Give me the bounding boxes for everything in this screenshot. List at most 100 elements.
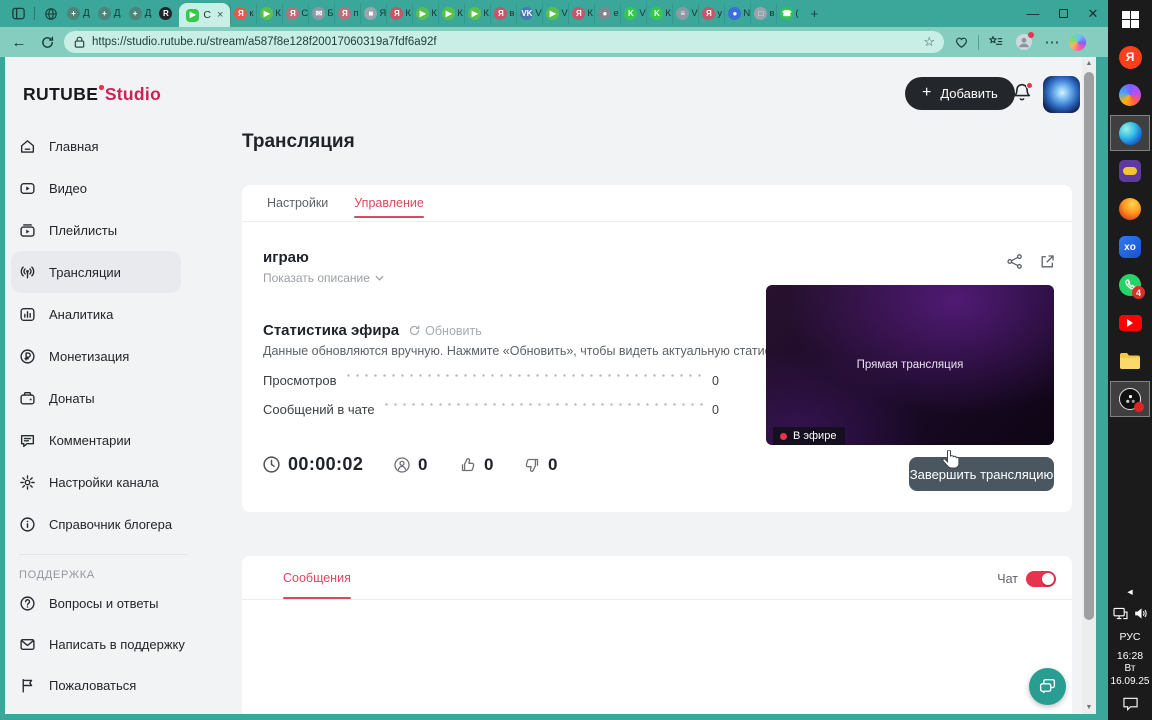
browser-tab[interactable]: ЯК (386, 3, 412, 24)
scrollbar-thumb[interactable] (1084, 72, 1094, 620)
workspaces-icon[interactable] (6, 3, 30, 24)
rutube-studio-logo[interactable]: RUTUBE Studio (23, 84, 161, 105)
window-maximize-button[interactable] (1048, 0, 1078, 27)
browser-tab-pinned[interactable]: +Д (63, 3, 94, 24)
browser-tab-pinned[interactable]: +Д (94, 3, 125, 24)
browser-essentials-icon[interactable] (950, 31, 972, 53)
user-avatar[interactable] (1043, 76, 1080, 113)
browser-tab[interactable]: ■Я (360, 3, 386, 24)
chat-toggle[interactable] (1026, 571, 1056, 587)
taskbar-whatsapp[interactable]: 4 (1108, 266, 1152, 304)
scroll-down-arrow[interactable]: ▼ (1082, 701, 1096, 714)
sidebar-item-info[interactable]: Справочник блогера (5, 503, 200, 545)
page-scrollbar[interactable]: ▲ ▼ (1082, 57, 1096, 714)
window-close-button[interactable]: ✕ (1078, 0, 1108, 27)
tray-clock[interactable]: 16:28 Вт 16.09.25 (1108, 652, 1152, 686)
refresh-stats-button[interactable]: Обновить (408, 324, 482, 338)
like-icon[interactable] (459, 456, 477, 474)
open-external-icon[interactable] (1039, 253, 1056, 275)
share-icon[interactable] (1006, 253, 1023, 275)
browser-tab[interactable]: VKV (516, 3, 542, 24)
taskbar-game-app[interactable] (1108, 152, 1152, 190)
browser-tab[interactable]: ✉Б (308, 3, 334, 24)
tab-close-icon[interactable]: × (217, 9, 223, 21)
tray-expand-icon[interactable]: ◂ (1108, 584, 1152, 600)
sidebar-item-monetization[interactable]: Монетизация (5, 335, 200, 377)
tray-system-icons[interactable] (1108, 600, 1152, 626)
browser-tab[interactable]: ▶V (542, 3, 568, 24)
browser-tab[interactable]: KК (646, 3, 672, 24)
browser-tab-active[interactable]: ▶ С × (179, 3, 230, 27)
tab-control[interactable]: Управление (354, 185, 424, 221)
sidebar-item-analytics[interactable]: Аналитика (5, 293, 200, 335)
browser-tab[interactable]: ▶К (464, 3, 490, 24)
favorites-icon[interactable] (985, 31, 1007, 53)
taskbar-firefox[interactable] (1108, 190, 1152, 228)
browser-tab[interactable]: ▶К (438, 3, 464, 24)
taskbar-edge[interactable] (1110, 115, 1150, 151)
taskbar-youtube[interactable] (1108, 304, 1152, 342)
browser-tab[interactable]: Як (230, 3, 256, 24)
sidebar-item-flag[interactable]: Пожаловаться (5, 665, 200, 706)
sidebar-item-home[interactable]: Главная (5, 125, 200, 167)
browser-tab[interactable]: ▶К (412, 3, 438, 24)
taskbar-explorer[interactable] (1108, 342, 1152, 380)
stream-preview[interactable]: Прямая трансляция В эфире (766, 285, 1054, 445)
browser-tab[interactable]: Яв (490, 3, 516, 24)
tab-favicon: Я (390, 7, 403, 20)
browser-tab-pinned[interactable]: R (155, 3, 179, 24)
back-button[interactable]: ← (8, 31, 30, 53)
sidebar-item-broadcast[interactable]: Трансляции (11, 251, 181, 293)
notifications-bell-icon[interactable] (1011, 82, 1035, 106)
profile-avatar[interactable] (1013, 31, 1035, 53)
dislike-icon[interactable] (523, 456, 541, 474)
taskbar-yandex-browser[interactable]: Я (1108, 38, 1152, 76)
browser-tab-strip: +Д+Д+ДR ▶ С × Як▶КЯС✉БЯп■ЯЯК▶К▶К▶КЯвVKV▶… (0, 0, 1108, 27)
browser-tab[interactable]: ЯК (568, 3, 594, 24)
browser-tab[interactable]: ≡V (672, 3, 698, 24)
browser-tab-pinned[interactable]: +Д (125, 3, 156, 24)
browser-tab[interactable]: ▶К (256, 3, 282, 24)
end-stream-button[interactable]: Завершить трансляцию (909, 457, 1054, 491)
action-center-icon[interactable] (1108, 686, 1152, 720)
tray-language[interactable]: РУС (1108, 626, 1152, 648)
sidebar-item-donate[interactable]: Донаты (5, 377, 200, 419)
browser-tab[interactable]: Яу (698, 3, 724, 24)
sidebar-item-playlist[interactable]: Плейлисты (5, 209, 200, 251)
pinned-tab-globe[interactable] (39, 3, 63, 24)
copilot-icon[interactable] (1069, 34, 1086, 51)
browser-tab[interactable]: ЯС (282, 3, 308, 24)
tab-settings[interactable]: Настройки (267, 185, 328, 221)
sidebar-item-settings[interactable]: Настройки канала (5, 461, 200, 503)
sidebar-item-comments[interactable]: Комментарии (5, 419, 200, 461)
browser-tab[interactable]: ☎( (776, 3, 802, 24)
bookmark-star-icon[interactable]: ☆ (923, 34, 935, 50)
sidebar-item-mail[interactable]: Написать в поддержку (5, 624, 200, 665)
address-bar[interactable]: https://studio.rutube.ru/stream/a587f8e1… (64, 31, 944, 53)
taskbar-yandex-app[interactable] (1108, 76, 1152, 114)
tab-messages[interactable]: Сообщения (283, 556, 351, 599)
refresh-button[interactable] (36, 31, 58, 53)
taskbar-xo-app[interactable]: xo (1108, 228, 1152, 266)
browser-tab[interactable]: □в (750, 3, 776, 24)
stream-timer: 00:00:02 (288, 454, 363, 475)
sidebar-item-video[interactable]: Видео (5, 167, 200, 209)
browser-tab[interactable]: Яп (334, 3, 360, 24)
browser-tab[interactable]: ●N (724, 3, 750, 24)
sidebar-item-label: Аналитика (49, 307, 113, 322)
new-tab-button[interactable]: + (802, 3, 826, 24)
show-description-link[interactable]: Показать описание (263, 271, 384, 285)
taskbar-obs[interactable] (1110, 381, 1150, 417)
add-button-label: Добавить (940, 86, 997, 101)
window-minimize-button[interactable]: — (1018, 0, 1048, 27)
support-chat-button[interactable] (1029, 668, 1066, 705)
browser-tab[interactable]: KV (620, 3, 646, 24)
stats-title: Статистика эфира (263, 322, 399, 339)
browser-menu-icon[interactable]: ⋯ (1041, 31, 1063, 53)
scroll-up-arrow[interactable]: ▲ (1082, 57, 1096, 70)
browser-tab[interactable]: ●е (594, 3, 620, 24)
taskbar-start-button[interactable] (1108, 0, 1152, 38)
sidebar-item-question[interactable]: Вопросы и ответы (5, 583, 200, 624)
video-icon (19, 180, 36, 197)
add-button[interactable]: + Добавить (905, 77, 1015, 110)
